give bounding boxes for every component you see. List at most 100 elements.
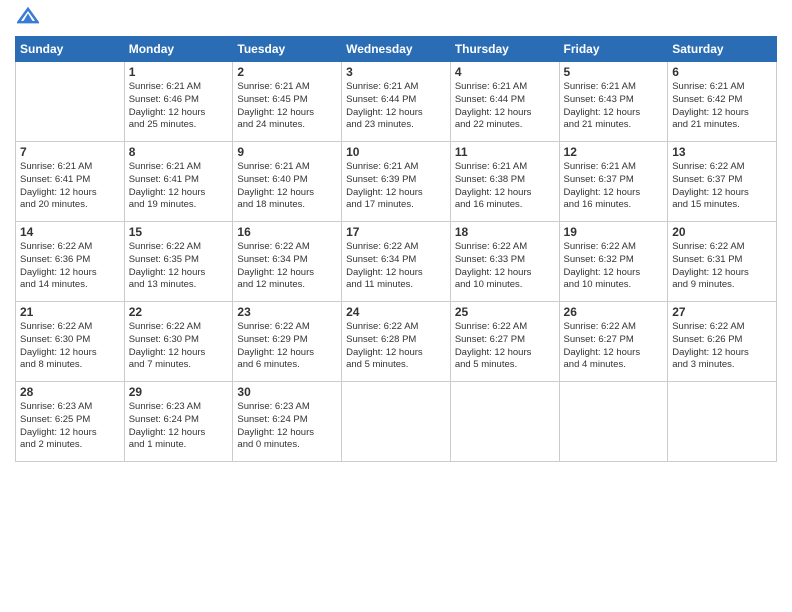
calendar-cell: 30 Sunrise: 6:23 AMSunset: 6:24 PMDayligh… — [233, 382, 342, 462]
day-info: Sunrise: 6:21 AMSunset: 6:44 PMDaylight:… — [346, 81, 446, 132]
calendar-cell: 25 Sunrise: 6:22 AMSunset: 6:27 PMDayligh… — [450, 302, 559, 382]
day-info: Sunrise: 6:23 AMSunset: 6:24 PMDaylight:… — [237, 401, 337, 452]
day-number: 29 — [129, 385, 229, 399]
day-info: Sunrise: 6:21 AMSunset: 6:41 PMDaylight:… — [129, 161, 229, 212]
calendar-cell: 16 Sunrise: 6:22 AMSunset: 6:34 PMDayligh… — [233, 222, 342, 302]
weekday-header-saturday: Saturday — [668, 37, 777, 62]
calendar-cell: 3 Sunrise: 6:21 AMSunset: 6:44 PMDaylight… — [342, 62, 451, 142]
day-info: Sunrise: 6:23 AMSunset: 6:24 PMDaylight:… — [129, 401, 229, 452]
day-number: 21 — [20, 305, 120, 319]
day-number: 25 — [455, 305, 555, 319]
day-number: 3 — [346, 65, 446, 79]
day-number: 26 — [564, 305, 664, 319]
day-info: Sunrise: 6:22 AMSunset: 6:36 PMDaylight:… — [20, 241, 120, 292]
day-info: Sunrise: 6:22 AMSunset: 6:32 PMDaylight:… — [564, 241, 664, 292]
calendar-table: SundayMondayTuesdayWednesdayThursdayFrid… — [15, 36, 777, 462]
day-info: Sunrise: 6:22 AMSunset: 6:31 PMDaylight:… — [672, 241, 772, 292]
calendar-cell: 13Sunrise: 6:22 AMSunset: 6:37 PMDayligh… — [668, 142, 777, 222]
calendar-cell: 21 Sunrise: 6:22 AMSunset: 6:30 PMDayligh… — [16, 302, 125, 382]
day-number: 12 — [564, 145, 664, 159]
day-number: 11 — [455, 145, 555, 159]
calendar-cell: 19 Sunrise: 6:22 AMSunset: 6:32 PMDayligh… — [559, 222, 668, 302]
weekday-header-tuesday: Tuesday — [233, 37, 342, 62]
calendar-cell: 17 Sunrise: 6:22 AMSunset: 6:34 PMDayligh… — [342, 222, 451, 302]
day-info: Sunrise: 6:21 AMSunset: 6:44 PMDaylight:… — [455, 81, 555, 132]
day-number: 8 — [129, 145, 229, 159]
day-number: 7 — [20, 145, 120, 159]
weekday-header-monday: Monday — [124, 37, 233, 62]
calendar-week-4: 21 Sunrise: 6:22 AMSunset: 6:30 PMDayligh… — [16, 302, 777, 382]
day-number: 9 — [237, 145, 337, 159]
day-number: 6 — [672, 65, 772, 79]
day-info: Sunrise: 6:22 AMSunset: 6:26 PMDaylight:… — [672, 321, 772, 372]
calendar-cell — [16, 62, 125, 142]
day-number: 15 — [129, 225, 229, 239]
calendar-week-3: 14 Sunrise: 6:22 AMSunset: 6:36 PMDayligh… — [16, 222, 777, 302]
calendar-cell: 24 Sunrise: 6:22 AMSunset: 6:28 PMDayligh… — [342, 302, 451, 382]
day-info: Sunrise: 6:21 AMSunset: 6:39 PMDaylight:… — [346, 161, 446, 212]
calendar-cell: 15 Sunrise: 6:22 AMSunset: 6:35 PMDayligh… — [124, 222, 233, 302]
header — [15, 10, 777, 28]
day-info: Sunrise: 6:21 AMSunset: 6:38 PMDaylight:… — [455, 161, 555, 212]
day-number: 19 — [564, 225, 664, 239]
calendar-week-2: 7 Sunrise: 6:21 AMSunset: 6:41 PMDaylight… — [16, 142, 777, 222]
day-info: Sunrise: 6:21 AMSunset: 6:45 PMDaylight:… — [237, 81, 337, 132]
day-info: Sunrise: 6:21 AMSunset: 6:37 PMDaylight:… — [564, 161, 664, 212]
day-info: Sunrise: 6:22 AMSunset: 6:28 PMDaylight:… — [346, 321, 446, 372]
calendar-cell: 7 Sunrise: 6:21 AMSunset: 6:41 PMDaylight… — [16, 142, 125, 222]
day-number: 18 — [455, 225, 555, 239]
calendar-cell: 14 Sunrise: 6:22 AMSunset: 6:36 PMDayligh… — [16, 222, 125, 302]
day-info: Sunrise: 6:22 AMSunset: 6:27 PMDaylight:… — [455, 321, 555, 372]
day-number: 17 — [346, 225, 446, 239]
calendar-cell: 20 Sunrise: 6:22 AMSunset: 6:31 PMDayligh… — [668, 222, 777, 302]
weekday-header-sunday: Sunday — [16, 37, 125, 62]
day-number: 1 — [129, 65, 229, 79]
calendar-cell — [559, 382, 668, 462]
day-info: Sunrise: 6:21 AMSunset: 6:40 PMDaylight:… — [237, 161, 337, 212]
day-info: Sunrise: 6:22 AMSunset: 6:34 PMDaylight:… — [346, 241, 446, 292]
day-number: 16 — [237, 225, 337, 239]
weekday-header-friday: Friday — [559, 37, 668, 62]
day-number: 27 — [672, 305, 772, 319]
day-number: 13 — [672, 145, 772, 159]
calendar-cell: 23Sunrise: 6:22 AMSunset: 6:29 PMDayligh… — [233, 302, 342, 382]
calendar-cell: 27 Sunrise: 6:22 AMSunset: 6:26 PMDayligh… — [668, 302, 777, 382]
calendar-cell — [342, 382, 451, 462]
day-info: Sunrise: 6:23 AMSunset: 6:25 PMDaylight:… — [20, 401, 120, 452]
day-number: 28 — [20, 385, 120, 399]
calendar-cell — [668, 382, 777, 462]
calendar-cell: 4 Sunrise: 6:21 AMSunset: 6:44 PMDaylight… — [450, 62, 559, 142]
calendar-cell: 10 Sunrise: 6:21 AMSunset: 6:39 PMDayligh… — [342, 142, 451, 222]
weekday-header-row: SundayMondayTuesdayWednesdayThursdayFrid… — [16, 37, 777, 62]
day-info: Sunrise: 6:22 AMSunset: 6:34 PMDaylight:… — [237, 241, 337, 292]
calendar-week-1: 1 Sunrise: 6:21 AMSunset: 6:46 PMDaylight… — [16, 62, 777, 142]
calendar-cell: 22 Sunrise: 6:22 AMSunset: 6:30 PMDayligh… — [124, 302, 233, 382]
day-number: 24 — [346, 305, 446, 319]
day-number: 23 — [237, 305, 337, 319]
day-info: Sunrise: 6:21 AMSunset: 6:43 PMDaylight:… — [564, 81, 664, 132]
calendar-cell: 6Sunrise: 6:21 AMSunset: 6:42 PMDaylight… — [668, 62, 777, 142]
day-info: Sunrise: 6:21 AMSunset: 6:46 PMDaylight:… — [129, 81, 229, 132]
day-info: Sunrise: 6:22 AMSunset: 6:30 PMDaylight:… — [129, 321, 229, 372]
calendar-cell: 11 Sunrise: 6:21 AMSunset: 6:38 PMDayligh… — [450, 142, 559, 222]
weekday-header-wednesday: Wednesday — [342, 37, 451, 62]
day-number: 5 — [564, 65, 664, 79]
day-info: Sunrise: 6:21 AMSunset: 6:41 PMDaylight:… — [20, 161, 120, 212]
day-number: 30 — [237, 385, 337, 399]
calendar-cell: 18Sunrise: 6:22 AMSunset: 6:33 PMDayligh… — [450, 222, 559, 302]
calendar-cell: 29 Sunrise: 6:23 AMSunset: 6:24 PMDayligh… — [124, 382, 233, 462]
logo — [15, 10, 41, 28]
day-number: 4 — [455, 65, 555, 79]
day-number: 14 — [20, 225, 120, 239]
page: SundayMondayTuesdayWednesdayThursdayFrid… — [0, 0, 792, 612]
day-info: Sunrise: 6:22 AMSunset: 6:35 PMDaylight:… — [129, 241, 229, 292]
calendar-cell: 26 Sunrise: 6:22 AMSunset: 6:27 PMDayligh… — [559, 302, 668, 382]
calendar-cell: 8 Sunrise: 6:21 AMSunset: 6:41 PMDaylight… — [124, 142, 233, 222]
calendar-cell: 12 Sunrise: 6:21 AMSunset: 6:37 PMDayligh… — [559, 142, 668, 222]
day-number: 20 — [672, 225, 772, 239]
day-number: 10 — [346, 145, 446, 159]
day-info: Sunrise: 6:22 AMSunset: 6:27 PMDaylight:… — [564, 321, 664, 372]
calendar-cell — [450, 382, 559, 462]
day-info: Sunrise: 6:22 AMSunset: 6:30 PMDaylight:… — [20, 321, 120, 372]
day-number: 22 — [129, 305, 229, 319]
